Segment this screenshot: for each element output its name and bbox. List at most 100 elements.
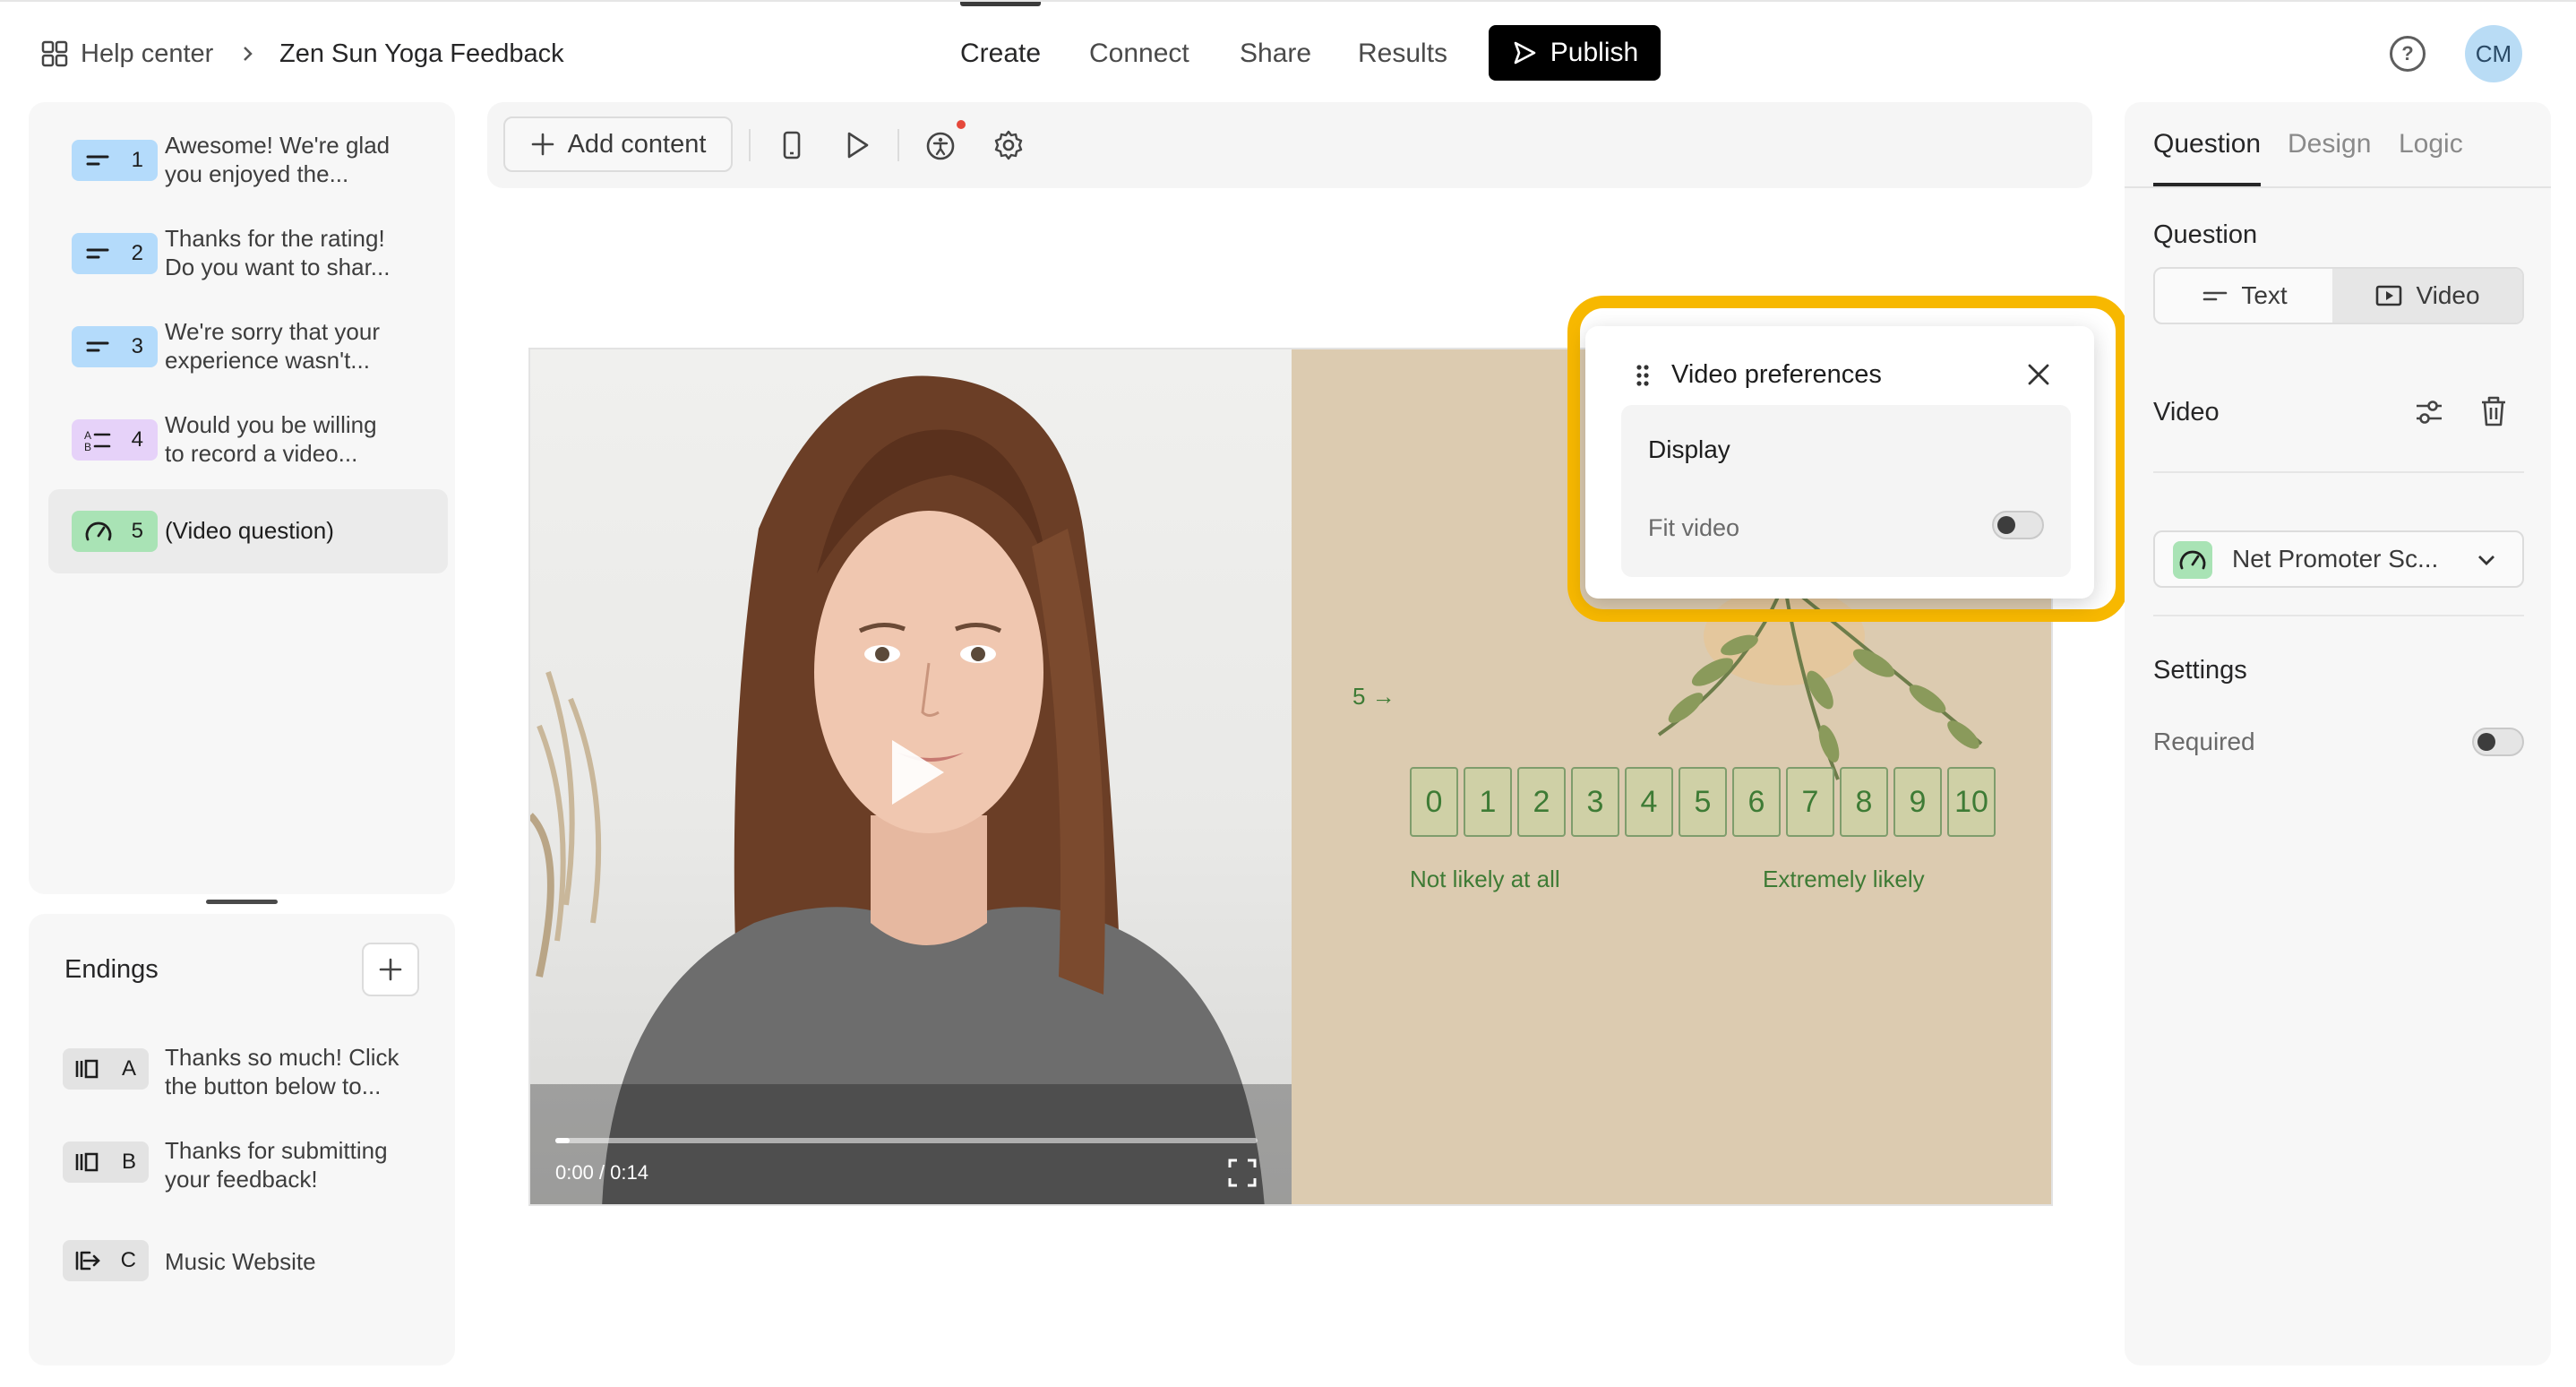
svg-text:A: A xyxy=(84,429,91,442)
video-option[interactable]: Video xyxy=(2332,269,2522,323)
question-item-4[interactable]: A B 4 Would you be willing to record a v… xyxy=(48,398,448,482)
ending-text-2: the button below to... xyxy=(165,1073,382,1099)
resize-handle[interactable] xyxy=(206,900,278,904)
toolbar-divider xyxy=(749,129,751,161)
short-text-icon xyxy=(86,341,109,352)
question-number: 1 xyxy=(131,148,143,172)
editor-toolbar: Add content xyxy=(487,102,2092,188)
tab-design[interactable]: Design xyxy=(2288,129,2371,159)
tab-question[interactable]: Question xyxy=(2153,129,2261,159)
question-text: Would you be willing xyxy=(165,411,377,438)
play-icon[interactable] xyxy=(838,127,874,163)
add-content-button[interactable]: Add content xyxy=(503,116,733,172)
gear-icon[interactable] xyxy=(991,127,1026,163)
nps-option-9[interactable]: 9 xyxy=(1893,767,1942,837)
video-player[interactable]: 0:00 / 0:14 xyxy=(530,349,1292,1204)
redirect-icon xyxy=(75,1251,100,1271)
divider xyxy=(2153,615,2524,616)
ending-text-2: your feedback! xyxy=(165,1166,318,1193)
nps-option-5[interactable]: 5 xyxy=(1679,767,1727,837)
nps-option-0[interactable]: 0 xyxy=(1410,767,1458,837)
question-badge: A B 4 xyxy=(72,419,158,461)
ending-item-c[interactable]: C Music Website xyxy=(29,1220,455,1299)
ending-badge: C xyxy=(63,1240,149,1281)
video-option-label: Video xyxy=(2416,281,2480,309)
mobile-preview-icon[interactable] xyxy=(774,127,810,163)
help-center-link[interactable]: Help center xyxy=(41,36,213,72)
plus-icon xyxy=(379,958,402,981)
nps-option-1[interactable]: 1 xyxy=(1464,767,1512,837)
ending-icon xyxy=(75,1059,99,1079)
multiple-choice-icon: A B xyxy=(84,429,111,453)
nps-high-label: Extremely likely xyxy=(1763,866,1925,892)
question-type-select[interactable]: Net Promoter Sc... xyxy=(2153,530,2524,588)
required-toggle[interactable] xyxy=(2472,728,2524,756)
grid-icon xyxy=(41,40,68,67)
ending-text: Music Website xyxy=(165,1248,316,1275)
nps-option-10[interactable]: 10 xyxy=(1947,767,1996,837)
question-type-toggle: Text Video xyxy=(2153,267,2524,324)
questions-panel: 1 Awesome! We're glad you enjoyed the...… xyxy=(29,102,455,894)
toolbar-divider xyxy=(897,129,899,161)
ending-item-b[interactable]: B Thanks for submitting your feedback! xyxy=(29,1127,455,1206)
nps-option-4[interactable]: 4 xyxy=(1625,767,1673,837)
publish-button[interactable]: Publish xyxy=(1489,25,1661,81)
nps-option-6[interactable]: 6 xyxy=(1732,767,1781,837)
tab-create[interactable]: Create xyxy=(960,36,1041,72)
ending-item-a[interactable]: A Thanks so much! Click the button below… xyxy=(29,1034,455,1113)
question-badge: 5 xyxy=(72,511,158,552)
ending-text: Thanks for submitting xyxy=(165,1137,388,1164)
endings-title: Endings xyxy=(64,955,159,984)
nps-option-7[interactable]: 7 xyxy=(1786,767,1834,837)
question-heading: Question xyxy=(2153,220,2258,249)
toggle-knob xyxy=(2477,733,2495,751)
trash-icon[interactable] xyxy=(2477,394,2510,428)
question-text: We're sorry that your xyxy=(165,318,381,345)
question-item-5[interactable]: 5 (Video question) xyxy=(48,489,448,573)
sliders-icon[interactable] xyxy=(2413,396,2445,428)
divider xyxy=(2153,471,2524,473)
nps-option-2[interactable]: 2 xyxy=(1517,767,1566,837)
short-text-icon xyxy=(2203,291,2228,301)
question-number: 5 xyxy=(131,519,143,543)
drag-handle-icon[interactable] xyxy=(1634,362,1652,389)
fit-video-toggle[interactable] xyxy=(1992,511,2044,539)
nps-option-3[interactable]: 3 xyxy=(1571,767,1619,837)
question-item-2[interactable]: 2 Thanks for the rating! Do you want to … xyxy=(48,211,448,296)
play-icon[interactable] xyxy=(885,735,949,810)
tab-share[interactable]: Share xyxy=(1240,36,1311,72)
nps-option-8[interactable]: 8 xyxy=(1840,767,1888,837)
chevron-right-icon xyxy=(244,47,253,61)
publish-label: Publish xyxy=(1550,38,1639,67)
avatar[interactable]: CM xyxy=(2465,25,2522,82)
question-text-2: you enjoyed the... xyxy=(165,160,349,187)
ending-icon xyxy=(75,1152,99,1172)
question-number: 3 xyxy=(131,334,143,358)
plus-icon xyxy=(531,133,554,156)
help-center-label: Help center xyxy=(81,39,214,68)
question-item-1[interactable]: 1 Awesome! We're glad you enjoyed the... xyxy=(48,118,448,202)
form-title[interactable]: Zen Sun Yoga Feedback xyxy=(279,36,564,72)
required-label: Required xyxy=(2153,728,2255,755)
add-ending-button[interactable] xyxy=(362,943,419,996)
close-icon[interactable] xyxy=(2024,360,2053,389)
video-time: 0:00 / 0:14 xyxy=(555,1161,648,1184)
text-option[interactable]: Text xyxy=(2155,269,2334,323)
tab-connect[interactable]: Connect xyxy=(1089,36,1189,72)
question-number: 2 xyxy=(131,241,143,265)
video-progress-bar[interactable] xyxy=(555,1138,1258,1143)
toggle-knob xyxy=(1997,516,2015,534)
tab-logic[interactable]: Logic xyxy=(2399,129,2463,159)
tab-results[interactable]: Results xyxy=(1358,36,1447,72)
question-text-2: to record a video... xyxy=(165,440,358,467)
ending-badge: A xyxy=(63,1048,149,1090)
ending-letter: C xyxy=(120,1248,136,1272)
question-type-value: Net Promoter Sc... xyxy=(2232,545,2439,573)
help-icon[interactable]: ? xyxy=(2390,36,2426,72)
question-text-2: experience wasn't... xyxy=(165,347,370,374)
fullscreen-icon[interactable] xyxy=(1227,1158,1258,1188)
video-icon xyxy=(2376,285,2402,306)
accessibility-icon[interactable] xyxy=(923,127,958,163)
video-heading: Video xyxy=(2153,398,2220,426)
question-item-3[interactable]: 3 We're sorry that your experience wasn'… xyxy=(48,305,448,389)
